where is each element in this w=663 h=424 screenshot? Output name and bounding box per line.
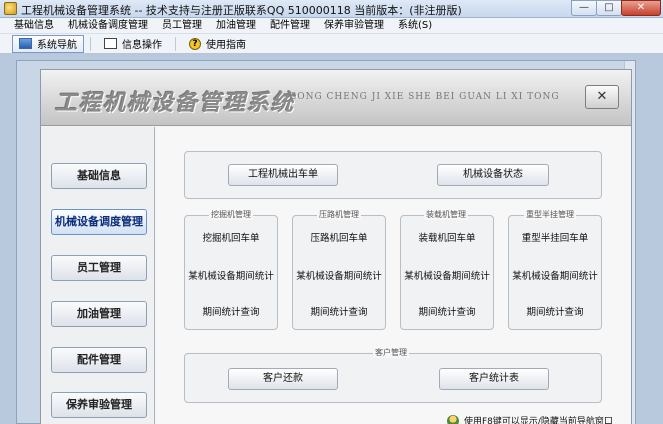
system-nav-button[interactable]: 系统导航 [12, 34, 84, 53]
customer-group: 客户还款 客户统计表 [184, 353, 602, 403]
sidebar-item-maintenance[interactable]: 保养审验管理 [51, 392, 147, 418]
loader-return-link[interactable]: 装载机回车单 [401, 230, 493, 244]
navigation-panel: 工程机械设备管理系统 GONG CHENG JI XIE SHE BEI GUA… [40, 69, 632, 424]
roller-group-title: 压路机管理 [317, 209, 361, 220]
window-title: 工程机械设备管理系统 -- 技术支持与注册正版联系QQ 510000118 当前… [21, 4, 462, 17]
app-icon [4, 2, 17, 15]
loader-group: 装载机回车单 某机械设备期间统计 期间统计查询 [400, 215, 494, 330]
excavator-period-stats-link[interactable]: 某机械设备期间统计 [185, 268, 277, 282]
workspace: 工程机械设备管理系统 GONG CHENG JI XIE SHE BEI GUA… [16, 60, 636, 424]
user-guide-button[interactable]: ? 使用指南 [182, 35, 253, 53]
sidebar-item-dispatch[interactable]: 机械设备调度管理 [51, 209, 147, 235]
menu-dispatch[interactable]: 机械设备调度管理 [68, 18, 148, 33]
close-panel-button[interactable]: ✕ [585, 85, 619, 109]
window-controls: — □ ✕ [571, 0, 661, 17]
menu-maintenance[interactable]: 保养审验管理 [324, 18, 384, 33]
menu-employees[interactable]: 员工管理 [162, 18, 202, 33]
toolbar-separator [175, 36, 176, 51]
system-title: 工程机械设备管理系统 [55, 91, 296, 116]
roller-group: 压路机回车单 某机械设备期间统计 期间统计查询 [292, 215, 386, 330]
system-nav-label: 系统导航 [37, 40, 77, 51]
sidebar-item-basic-info[interactable]: 基础信息 [51, 163, 147, 189]
sidebar-item-employees[interactable]: 员工管理 [51, 255, 147, 281]
roller-period-stats-link[interactable]: 某机械设备期间统计 [293, 268, 385, 282]
checkbox-icon [104, 38, 117, 49]
customer-repayment-button[interactable]: 客户还款 [228, 368, 338, 390]
content-area: 工程机械出车单 机械设备状态 挖掘机回车单 某机械设备期间统计 期间统计查询 挖… [156, 127, 631, 424]
customer-statistics-button[interactable]: 客户统计表 [439, 368, 549, 390]
footer-tip: 使用F8键可以显示/隐藏当前导航窗口 [447, 414, 613, 424]
dispatch-group: 工程机械出车单 机械设备状态 [184, 151, 602, 199]
excavator-group-title: 挖掘机管理 [209, 209, 253, 220]
toolbar: 系统导航 信息操作 ? 使用指南 [0, 34, 663, 54]
info-operation-button[interactable]: 信息操作 [97, 35, 169, 53]
navigation-icon [19, 38, 32, 49]
heavy-trailer-group-title: 重型半挂管理 [524, 209, 576, 220]
dispatch-order-button[interactable]: 工程机械出车单 [228, 164, 338, 186]
heavy-trailer-return-link[interactable]: 重型半挂回车单 [509, 230, 601, 244]
user-icon [447, 414, 459, 424]
customer-group-title: 客户管理 [373, 347, 409, 358]
excavator-group: 挖掘机回车单 某机械设备期间统计 期间统计查询 [184, 215, 278, 330]
help-icon: ? [189, 37, 201, 50]
sidebar-item-fuel[interactable]: 加油管理 [51, 301, 147, 327]
panel-header: 工程机械设备管理系统 GONG CHENG JI XIE SHE BEI GUA… [41, 70, 631, 126]
title-bar: 工程机械设备管理系统 -- 技术支持与注册正版联系QQ 510000118 当前… [0, 0, 663, 18]
menu-basic-info[interactable]: 基础信息 [14, 18, 54, 33]
maximize-button[interactable]: □ [596, 0, 622, 16]
sidebar: 基础信息 机械设备调度管理 员工管理 加油管理 配件管理 保养审验管理 [41, 127, 155, 424]
menu-bar: 基础信息 机械设备调度管理 员工管理 加油管理 配件管理 保养审验管理 系统(S… [0, 18, 663, 34]
close-window-button[interactable]: ✕ [621, 0, 661, 16]
excavator-period-query-link[interactable]: 期间统计查询 [185, 304, 277, 318]
menu-parts[interactable]: 配件管理 [270, 18, 310, 33]
loader-group-title: 装载机管理 [424, 209, 468, 220]
roller-period-query-link[interactable]: 期间统计查询 [293, 304, 385, 318]
minimize-button[interactable]: — [571, 0, 597, 16]
heavy-trailer-period-query-link[interactable]: 期间统计查询 [509, 304, 601, 318]
system-title-pinyin: GONG CHENG JI XIE SHE BEI GUAN LI XI TON… [289, 92, 560, 102]
toolbar-separator [90, 36, 91, 51]
heavy-trailer-period-stats-link[interactable]: 某机械设备期间统计 [509, 268, 601, 282]
info-operation-label: 信息操作 [122, 40, 162, 51]
menu-fuel[interactable]: 加油管理 [216, 18, 256, 33]
menu-system[interactable]: 系统(S) [398, 18, 432, 33]
footer-tip-text: 使用F8键可以显示/隐藏当前导航窗口 [464, 417, 613, 424]
excavator-return-link[interactable]: 挖掘机回车单 [185, 230, 277, 244]
roller-return-link[interactable]: 压路机回车单 [293, 230, 385, 244]
heavy-trailer-group: 重型半挂回车单 某机械设备期间统计 期间统计查询 [508, 215, 602, 330]
loader-period-query-link[interactable]: 期间统计查询 [401, 304, 493, 318]
user-guide-label: 使用指南 [206, 40, 246, 51]
loader-period-stats-link[interactable]: 某机械设备期间统计 [401, 268, 493, 282]
equipment-status-button[interactable]: 机械设备状态 [437, 164, 549, 186]
sidebar-item-parts[interactable]: 配件管理 [51, 347, 147, 373]
